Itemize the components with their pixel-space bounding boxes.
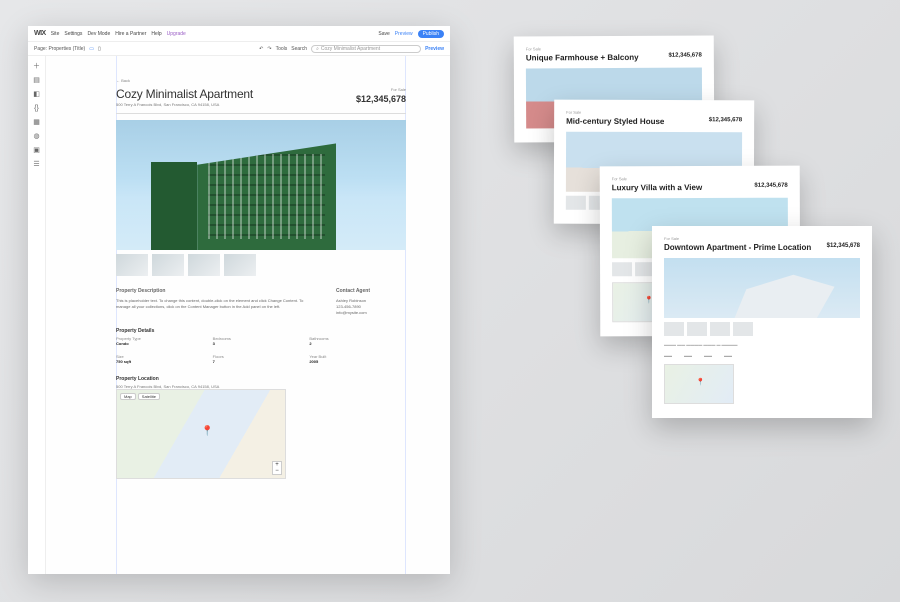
desc-heading: Property Description: [116, 288, 318, 296]
editor-canvas[interactable]: ← Back Cozy Minimalist Apartment 500 Ter…: [46, 56, 450, 574]
map-chip-sat[interactable]: Satellite: [138, 393, 160, 400]
desc-body[interactable]: This is placeholder text. To change this…: [116, 298, 318, 310]
publish-button[interactable]: Publish: [418, 30, 444, 38]
agent-heading: Contact Agent: [336, 288, 406, 296]
thumb-4[interactable]: [224, 254, 256, 276]
menu-settings[interactable]: Settings: [64, 31, 82, 37]
listing-address: 500 Terry A Francois Blvd, San Francisco…: [116, 102, 253, 107]
menu-site[interactable]: Site: [51, 31, 60, 37]
menu-hire[interactable]: Hire a Partner: [115, 31, 146, 37]
cms-icon[interactable]: ☰: [33, 160, 41, 168]
editor-window: WIX Site Settings Dev Mode Hire a Partne…: [28, 26, 450, 574]
pages-icon[interactable]: ▤: [33, 76, 41, 84]
logo[interactable]: WIX: [34, 30, 46, 37]
thumbnail-row: [116, 254, 406, 276]
subbar: Page: Properties (Title) ▭ ▯ ↶ ↷ Tools S…: [28, 42, 450, 56]
link-icon: ⌕: [316, 45, 319, 53]
add-icon[interactable]: ＋: [33, 62, 41, 70]
search-button[interactable]: Search: [291, 46, 307, 52]
listing-price: $12,345,678: [356, 94, 406, 104]
details-grid: Property TypeCondo Bedrooms3 Bathrooms2 …: [116, 336, 406, 364]
topbar: WIX Site Settings Dev Mode Hire a Partne…: [28, 26, 450, 42]
preview-stack: For Sale Unique Farmhouse + Balcony$12,3…: [500, 36, 860, 556]
hero-image[interactable]: [116, 120, 406, 250]
thumb-2[interactable]: [152, 254, 184, 276]
preview-button[interactable]: Preview: [395, 31, 413, 37]
listing-status: For Sale: [356, 87, 406, 92]
preview-link[interactable]: Preview: [425, 46, 444, 52]
left-rail: ＋ ▤ ◧ {} ▦ ◍ ▣ ☰: [28, 56, 46, 574]
design-icon[interactable]: ◧: [33, 90, 41, 98]
menu-help[interactable]: Help: [151, 31, 161, 37]
undo-icon[interactable]: ↶: [259, 46, 263, 52]
page-selector[interactable]: Page: Properties (Title): [34, 46, 85, 52]
desktop-icon[interactable]: ▭: [89, 46, 94, 52]
thumb-1[interactable]: [116, 254, 148, 276]
menu-devmode[interactable]: Dev Mode: [87, 31, 110, 37]
save-button[interactable]: Save: [378, 31, 389, 37]
apps-icon[interactable]: ▦: [33, 118, 41, 126]
dev-icon[interactable]: {}: [33, 104, 41, 112]
thumb-3[interactable]: [188, 254, 220, 276]
card-downtown[interactable]: For Sale Downtown Apartment - Prime Loca…: [652, 226, 872, 418]
media-icon[interactable]: ▣: [33, 146, 41, 154]
location-heading: Property Location: [116, 376, 406, 382]
map-zoom[interactable]: +−: [272, 461, 282, 475]
mobile-icon[interactable]: ▯: [98, 46, 101, 52]
listing-title[interactable]: Cozy Minimalist Apartment: [116, 87, 253, 101]
menu-upgrade[interactable]: Upgrade: [167, 31, 186, 37]
database-icon[interactable]: ◍: [33, 132, 41, 140]
redo-icon[interactable]: ↷: [267, 46, 271, 52]
map[interactable]: Map Satellite 📍 +−: [116, 389, 286, 479]
map-pin-icon: 📍: [201, 426, 213, 437]
tools-label[interactable]: Tools: [276, 46, 288, 52]
agent-email: info@mysite.com: [336, 310, 406, 316]
back-link[interactable]: ← Back: [116, 78, 406, 83]
card-image: [664, 258, 860, 318]
mini-map: 📍: [664, 364, 734, 404]
details-heading: Property Details: [116, 328, 406, 334]
page-content: ← Back Cozy Minimalist Apartment 500 Ter…: [116, 78, 406, 479]
search-input[interactable]: ⌕ Cozy Minimalist Apartment: [311, 45, 421, 53]
map-chip-map[interactable]: Map: [120, 393, 136, 400]
